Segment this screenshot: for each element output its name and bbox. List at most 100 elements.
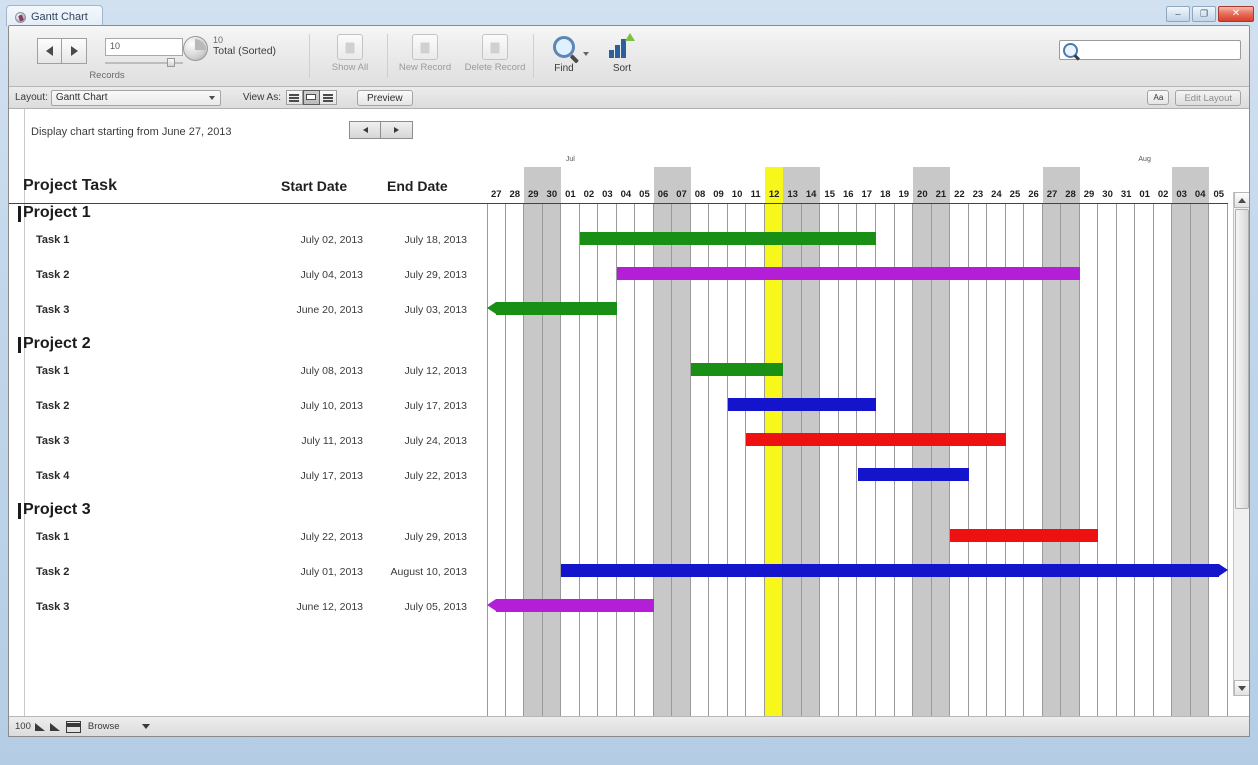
- preview-button[interactable]: Preview: [356, 89, 413, 106]
- task-start-date: July 08, 2013: [300, 365, 363, 377]
- chevron-down-icon[interactable]: [141, 724, 150, 729]
- scroll-up-button[interactable]: [1234, 192, 1249, 208]
- zoom-level[interactable]: 100: [15, 721, 31, 732]
- record-number-field[interactable]: 10: [105, 38, 183, 56]
- plot-day-column: [1135, 204, 1154, 716]
- close-button[interactable]: ✕: [1218, 6, 1254, 22]
- slider-knob[interactable]: [167, 58, 175, 67]
- timeline-day-label: 06: [657, 189, 669, 200]
- gantt-bar[interactable]: [746, 433, 1006, 446]
- vertical-scrollbar[interactable]: [1233, 192, 1249, 696]
- chart-start-row: Display chart starting from June 27, 201…: [31, 119, 232, 145]
- timeline-day-label: 16: [842, 189, 854, 200]
- group-marker: [18, 206, 21, 222]
- plot-day-column: [1098, 204, 1117, 716]
- chart-start-text: Display chart starting from June 27, 201…: [31, 126, 232, 138]
- toolbar-search-box[interactable]: [1059, 40, 1241, 60]
- timeline-day: 11: [746, 157, 765, 203]
- project-group-title: Project 2: [23, 335, 91, 352]
- view-as-list-button[interactable]: [302, 90, 320, 105]
- timeline-day: 09: [709, 157, 728, 203]
- timeline-day-label: 30: [1102, 189, 1113, 200]
- scroll-down-button[interactable]: [1234, 680, 1249, 696]
- next-record-button[interactable]: [62, 38, 87, 64]
- gantt-bar[interactable]: [579, 232, 877, 245]
- gantt-bar[interactable]: [616, 267, 1080, 280]
- plot-day-column: [728, 204, 747, 716]
- chart-navigation: [349, 121, 413, 139]
- chart-previous-button[interactable]: [349, 121, 381, 139]
- zoom-in-icon[interactable]: [49, 722, 61, 731]
- scrollbar-thumb[interactable]: [1235, 209, 1249, 509]
- task-end-date: July 22, 2013: [404, 470, 467, 482]
- timeline-day: 27: [487, 157, 506, 203]
- gantt-bar[interactable]: [857, 468, 969, 481]
- column-header-task: Project Task: [23, 177, 117, 194]
- text-format-button[interactable]: Aa: [1147, 90, 1170, 105]
- view-as-form-button[interactable]: [285, 90, 303, 105]
- timeline-day-label: 08: [694, 189, 706, 200]
- edit-layout-button[interactable]: Edit Layout: [1175, 89, 1241, 106]
- plot-day-column: [635, 204, 654, 716]
- window-title: Gantt Chart: [31, 11, 88, 23]
- status-toolbar-toggle-icon[interactable]: [65, 720, 81, 733]
- timeline-day-label: 11: [750, 189, 761, 200]
- timeline-day: 28: [1061, 157, 1080, 203]
- timeline-day-label: 03: [602, 189, 613, 200]
- gantt-bar[interactable]: [487, 599, 654, 612]
- new-record-button[interactable]: New Record: [394, 30, 456, 83]
- plot-day-column: [524, 204, 543, 716]
- task-end-date: July 29, 2013: [404, 531, 467, 543]
- timeline-day: 04: [617, 157, 636, 203]
- sort-button[interactable]: Sort: [597, 30, 649, 83]
- maximize-button[interactable]: ❐: [1192, 6, 1216, 22]
- gantt-bar[interactable]: [727, 398, 876, 411]
- gantt-bar[interactable]: [950, 529, 1099, 542]
- task-start-date: July 04, 2013: [300, 269, 363, 281]
- search-input[interactable]: [1078, 44, 1240, 56]
- minimize-button[interactable]: –: [1166, 6, 1190, 22]
- task-end-date: July 12, 2013: [404, 365, 467, 377]
- toolbar-separator: [309, 34, 310, 78]
- gantt-bar[interactable]: [561, 564, 1228, 577]
- plot-day-column: [895, 204, 914, 716]
- task-name: Task 2: [36, 400, 70, 412]
- gantt-bar[interactable]: [487, 302, 617, 315]
- previous-record-button[interactable]: [37, 38, 62, 64]
- app-panel: 10 Records 10 Total (Sorted) Show All Ne…: [8, 25, 1250, 737]
- timeline-day: 18: [876, 157, 895, 203]
- plot-day-column: [950, 204, 969, 716]
- timeline-day-label: 03: [1176, 189, 1187, 200]
- gantt-bar-body: [727, 398, 876, 411]
- gantt-bar[interactable]: [690, 363, 784, 376]
- task-start-date: July 17, 2013: [300, 470, 363, 482]
- timeline-day-label: 18: [879, 189, 891, 200]
- mode-label[interactable]: Browse: [88, 721, 120, 732]
- timeline-day: 21: [931, 157, 951, 203]
- gantt-bar-body: [950, 529, 1099, 542]
- layout-select[interactable]: Gantt Chart: [50, 89, 221, 106]
- plot-day-column: [561, 204, 580, 716]
- list-view-icon: [306, 93, 317, 102]
- total-records-group: 10 Total (Sorted): [181, 30, 291, 83]
- timeline-day-label: 05: [1213, 189, 1225, 200]
- view-as-table-button[interactable]: [319, 90, 337, 105]
- zoom-out-icon[interactable]: [34, 722, 46, 731]
- timeline-day-label: 15: [824, 189, 835, 200]
- gantt-bar-arrow-left-icon: [487, 302, 496, 314]
- task-end-date: July 24, 2013: [404, 435, 467, 447]
- timeline-day-label: 20: [917, 189, 928, 200]
- show-all-button[interactable]: Show All: [319, 30, 381, 83]
- new-record-icon: [412, 34, 438, 60]
- chevron-down-icon[interactable]: [583, 52, 589, 56]
- window-title-tab[interactable]: Gantt Chart: [6, 5, 103, 26]
- chart-next-button[interactable]: [381, 121, 413, 139]
- timeline-day-label: 29: [528, 189, 539, 200]
- delete-record-button[interactable]: Delete Record: [464, 30, 526, 83]
- record-slider[interactable]: [105, 58, 183, 67]
- plot-day-column: [931, 204, 951, 716]
- timeline-day-label: 02: [1157, 189, 1169, 200]
- timeline-day-label: 26: [1028, 189, 1039, 200]
- find-button[interactable]: Find: [539, 30, 597, 83]
- gantt-bar-body: [496, 599, 654, 612]
